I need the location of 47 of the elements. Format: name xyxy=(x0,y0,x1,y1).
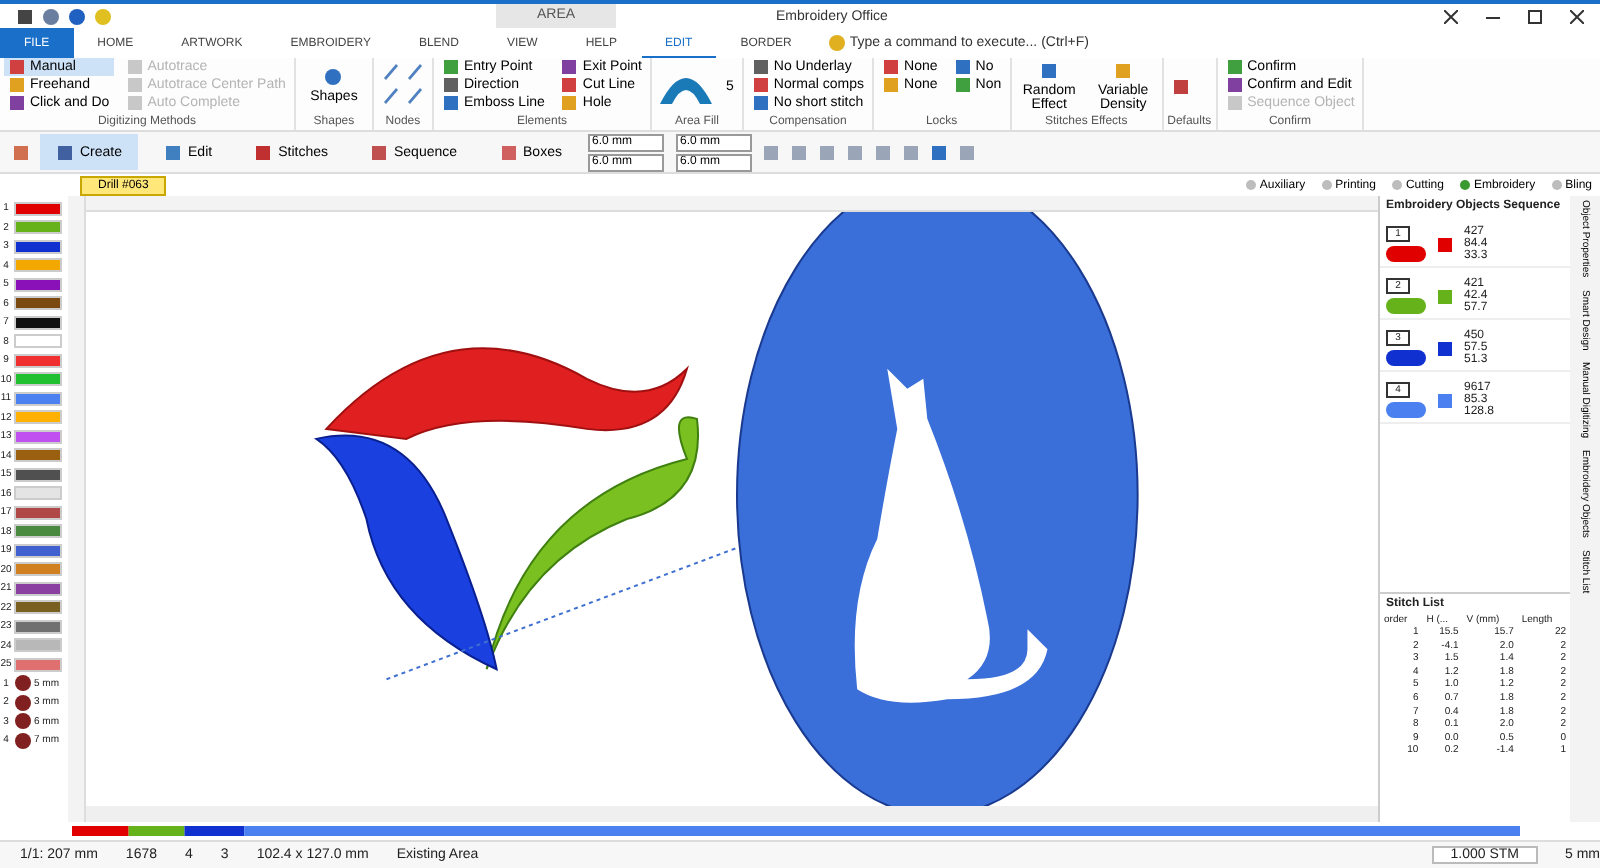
color-swatch[interactable] xyxy=(14,239,62,254)
color-swatch[interactable] xyxy=(14,296,62,311)
tool-icon xyxy=(1040,61,1059,79)
tool-icon xyxy=(324,68,343,86)
object-thumbnail xyxy=(1386,298,1426,314)
color-swatch[interactable] xyxy=(14,486,62,501)
tool-icon xyxy=(1114,61,1133,79)
color-swatch[interactable] xyxy=(14,638,62,653)
mode-icon xyxy=(254,143,273,161)
color-swatch[interactable] xyxy=(14,505,62,520)
color-swatch[interactable] xyxy=(14,372,62,387)
lightbulb-icon xyxy=(827,34,846,52)
color-swatch[interactable] xyxy=(14,543,62,558)
color-swatch[interactable] xyxy=(14,581,62,596)
horizontal-scrollbar[interactable] xyxy=(86,806,1378,822)
color-swatch[interactable] xyxy=(14,391,62,406)
color-swatch[interactable] xyxy=(14,315,62,330)
palette-icon xyxy=(12,143,30,161)
color-swatch[interactable] xyxy=(14,524,62,539)
save-icon xyxy=(16,7,34,25)
defaults-icon xyxy=(1171,77,1190,95)
color-swatch[interactable] xyxy=(14,600,62,615)
color-swatch[interactable] xyxy=(14,448,62,463)
redo-icon xyxy=(68,7,86,25)
maximize-icon[interactable] xyxy=(1528,9,1542,23)
color-swatch[interactable] xyxy=(14,258,62,273)
object-thumbnail xyxy=(1386,402,1426,418)
color-swatch[interactable] xyxy=(14,657,62,672)
color-swatch[interactable] xyxy=(14,201,62,216)
lightbulb-icon xyxy=(94,7,112,25)
mode-icon xyxy=(56,143,74,161)
color-swatch[interactable] xyxy=(14,429,62,444)
mode-icon xyxy=(499,143,518,161)
object-thumbnail xyxy=(1386,246,1426,262)
color-swatch[interactable] xyxy=(14,619,62,634)
undo-icon xyxy=(42,7,60,25)
mode-icon xyxy=(369,143,388,161)
color-swatch[interactable] xyxy=(14,277,62,292)
color-swatch[interactable] xyxy=(14,410,62,425)
close-icon[interactable] xyxy=(1570,9,1584,23)
color-swatch[interactable] xyxy=(14,220,62,235)
color-swatch[interactable] xyxy=(14,334,62,349)
color-swatch[interactable] xyxy=(14,562,62,577)
mode-icon xyxy=(164,143,183,161)
color-swatch[interactable] xyxy=(14,467,62,482)
color-swatch[interactable] xyxy=(14,353,62,368)
object-thumbnail xyxy=(1386,350,1426,366)
